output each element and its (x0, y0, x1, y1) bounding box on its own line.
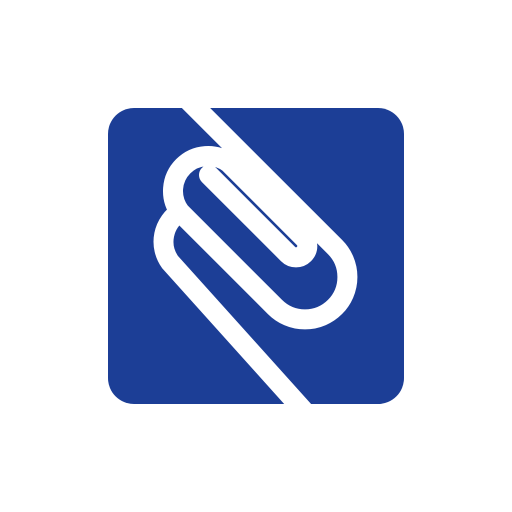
icon-canvas (0, 0, 512, 512)
paperclip-app-icon (108, 108, 404, 404)
